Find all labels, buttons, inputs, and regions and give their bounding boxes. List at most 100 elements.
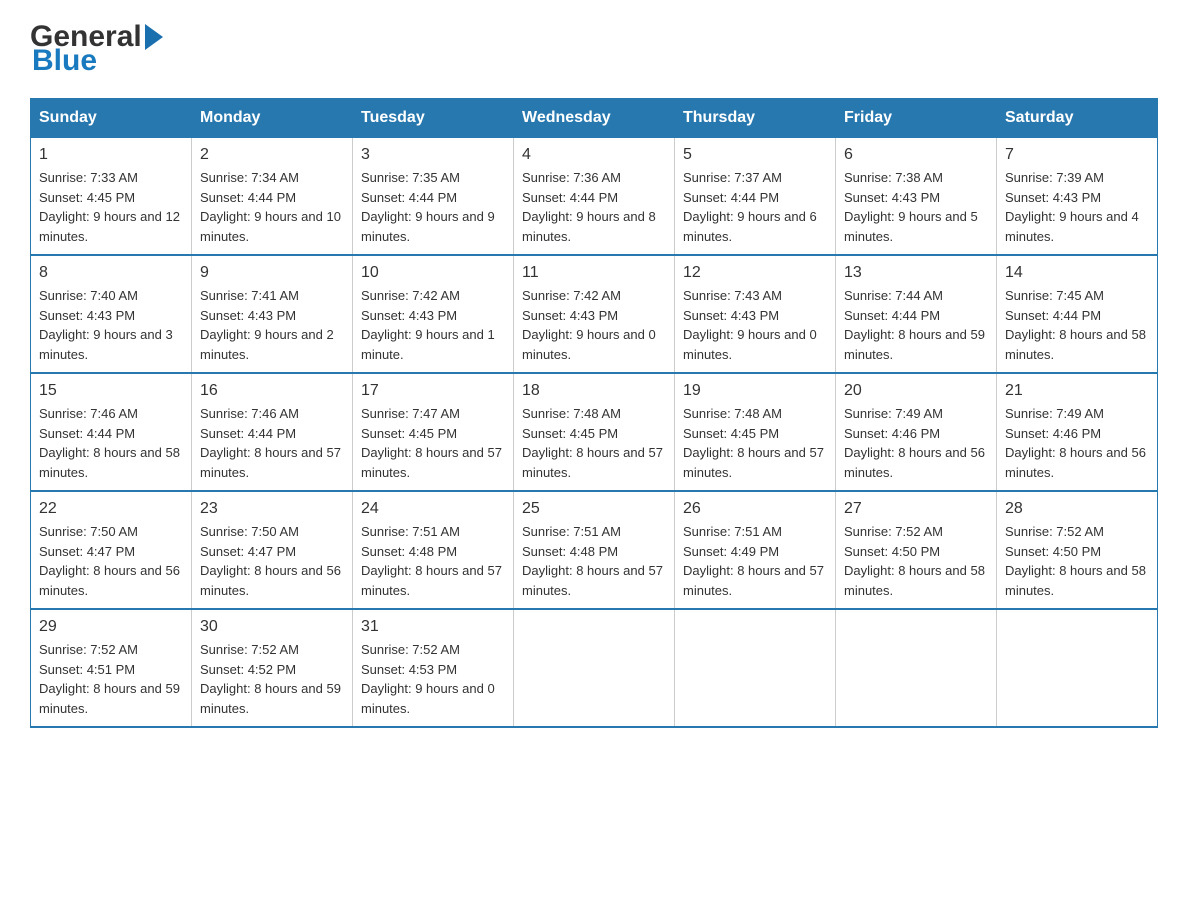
calendar-cell: 23 Sunrise: 7:50 AMSunset: 4:47 PMDaylig… [192, 491, 353, 609]
calendar-cell: 4 Sunrise: 7:36 AMSunset: 4:44 PMDayligh… [514, 138, 675, 256]
day-info: Sunrise: 7:34 AMSunset: 4:44 PMDaylight:… [200, 168, 344, 246]
day-number: 3 [361, 146, 505, 164]
day-number: 14 [1005, 264, 1149, 282]
day-info: Sunrise: 7:52 AMSunset: 4:50 PMDaylight:… [844, 522, 988, 600]
calendar-cell: 26 Sunrise: 7:51 AMSunset: 4:49 PMDaylig… [675, 491, 836, 609]
day-info: Sunrise: 7:51 AMSunset: 4:48 PMDaylight:… [522, 522, 666, 600]
calendar-cell: 9 Sunrise: 7:41 AMSunset: 4:43 PMDayligh… [192, 255, 353, 373]
day-number: 4 [522, 146, 666, 164]
day-info: Sunrise: 7:49 AMSunset: 4:46 PMDaylight:… [1005, 404, 1149, 482]
calendar-cell: 30 Sunrise: 7:52 AMSunset: 4:52 PMDaylig… [192, 609, 353, 727]
column-header-tuesday: Tuesday [353, 99, 514, 138]
calendar-week-row: 29 Sunrise: 7:52 AMSunset: 4:51 PMDaylig… [31, 609, 1158, 727]
day-info: Sunrise: 7:48 AMSunset: 4:45 PMDaylight:… [522, 404, 666, 482]
day-number: 23 [200, 500, 344, 518]
day-info: Sunrise: 7:51 AMSunset: 4:49 PMDaylight:… [683, 522, 827, 600]
calendar-cell: 7 Sunrise: 7:39 AMSunset: 4:43 PMDayligh… [997, 138, 1158, 256]
calendar-cell: 3 Sunrise: 7:35 AMSunset: 4:44 PMDayligh… [353, 138, 514, 256]
day-number: 25 [522, 500, 666, 518]
calendar-cell: 10 Sunrise: 7:42 AMSunset: 4:43 PMDaylig… [353, 255, 514, 373]
day-info: Sunrise: 7:52 AMSunset: 4:50 PMDaylight:… [1005, 522, 1149, 600]
day-number: 13 [844, 264, 988, 282]
calendar-cell: 14 Sunrise: 7:45 AMSunset: 4:44 PMDaylig… [997, 255, 1158, 373]
column-header-sunday: Sunday [31, 99, 192, 138]
calendar-week-row: 1 Sunrise: 7:33 AMSunset: 4:45 PMDayligh… [31, 138, 1158, 256]
day-info: Sunrise: 7:43 AMSunset: 4:43 PMDaylight:… [683, 286, 827, 364]
day-info: Sunrise: 7:44 AMSunset: 4:44 PMDaylight:… [844, 286, 988, 364]
day-number: 31 [361, 618, 505, 636]
calendar-cell: 22 Sunrise: 7:50 AMSunset: 4:47 PMDaylig… [31, 491, 192, 609]
column-header-monday: Monday [192, 99, 353, 138]
calendar-cell [514, 609, 675, 727]
day-number: 28 [1005, 500, 1149, 518]
day-number: 15 [39, 382, 183, 400]
calendar-cell [836, 609, 997, 727]
calendar-cell: 31 Sunrise: 7:52 AMSunset: 4:53 PMDaylig… [353, 609, 514, 727]
day-info: Sunrise: 7:50 AMSunset: 4:47 PMDaylight:… [39, 522, 183, 600]
day-info: Sunrise: 7:36 AMSunset: 4:44 PMDaylight:… [522, 168, 666, 246]
day-number: 2 [200, 146, 344, 164]
logo-blue: Blue [32, 44, 97, 78]
calendar-cell: 21 Sunrise: 7:49 AMSunset: 4:46 PMDaylig… [997, 373, 1158, 491]
day-info: Sunrise: 7:33 AMSunset: 4:45 PMDaylight:… [39, 168, 183, 246]
day-info: Sunrise: 7:48 AMSunset: 4:45 PMDaylight:… [683, 404, 827, 482]
calendar-header-row: SundayMondayTuesdayWednesdayThursdayFrid… [31, 99, 1158, 138]
column-header-wednesday: Wednesday [514, 99, 675, 138]
day-number: 20 [844, 382, 988, 400]
calendar-cell: 25 Sunrise: 7:51 AMSunset: 4:48 PMDaylig… [514, 491, 675, 609]
day-number: 30 [200, 618, 344, 636]
calendar-cell: 24 Sunrise: 7:51 AMSunset: 4:48 PMDaylig… [353, 491, 514, 609]
day-number: 19 [683, 382, 827, 400]
column-header-saturday: Saturday [997, 99, 1158, 138]
calendar-cell: 1 Sunrise: 7:33 AMSunset: 4:45 PMDayligh… [31, 138, 192, 256]
logo-triangle-icon [145, 24, 163, 50]
day-info: Sunrise: 7:46 AMSunset: 4:44 PMDaylight:… [39, 404, 183, 482]
calendar-cell: 20 Sunrise: 7:49 AMSunset: 4:46 PMDaylig… [836, 373, 997, 491]
day-info: Sunrise: 7:45 AMSunset: 4:44 PMDaylight:… [1005, 286, 1149, 364]
day-info: Sunrise: 7:41 AMSunset: 4:43 PMDaylight:… [200, 286, 344, 364]
day-number: 21 [1005, 382, 1149, 400]
calendar-cell: 19 Sunrise: 7:48 AMSunset: 4:45 PMDaylig… [675, 373, 836, 491]
column-header-friday: Friday [836, 99, 997, 138]
day-number: 17 [361, 382, 505, 400]
day-number: 8 [39, 264, 183, 282]
day-number: 10 [361, 264, 505, 282]
calendar-cell: 5 Sunrise: 7:37 AMSunset: 4:44 PMDayligh… [675, 138, 836, 256]
day-number: 16 [200, 382, 344, 400]
calendar-cell: 27 Sunrise: 7:52 AMSunset: 4:50 PMDaylig… [836, 491, 997, 609]
calendar-cell [997, 609, 1158, 727]
day-number: 12 [683, 264, 827, 282]
column-header-thursday: Thursday [675, 99, 836, 138]
calendar-cell [675, 609, 836, 727]
calendar-cell: 2 Sunrise: 7:34 AMSunset: 4:44 PMDayligh… [192, 138, 353, 256]
day-number: 1 [39, 146, 183, 164]
calendar-cell: 28 Sunrise: 7:52 AMSunset: 4:50 PMDaylig… [997, 491, 1158, 609]
day-number: 26 [683, 500, 827, 518]
page-header: General Blue [30, 20, 1158, 78]
day-info: Sunrise: 7:50 AMSunset: 4:47 PMDaylight:… [200, 522, 344, 600]
day-info: Sunrise: 7:39 AMSunset: 4:43 PMDaylight:… [1005, 168, 1149, 246]
calendar-week-row: 22 Sunrise: 7:50 AMSunset: 4:47 PMDaylig… [31, 491, 1158, 609]
day-number: 18 [522, 382, 666, 400]
day-number: 6 [844, 146, 988, 164]
day-info: Sunrise: 7:42 AMSunset: 4:43 PMDaylight:… [361, 286, 505, 364]
day-number: 7 [1005, 146, 1149, 164]
calendar-cell: 11 Sunrise: 7:42 AMSunset: 4:43 PMDaylig… [514, 255, 675, 373]
calendar-cell: 12 Sunrise: 7:43 AMSunset: 4:43 PMDaylig… [675, 255, 836, 373]
calendar-cell: 13 Sunrise: 7:44 AMSunset: 4:44 PMDaylig… [836, 255, 997, 373]
day-info: Sunrise: 7:35 AMSunset: 4:44 PMDaylight:… [361, 168, 505, 246]
day-info: Sunrise: 7:52 AMSunset: 4:51 PMDaylight:… [39, 640, 183, 718]
calendar-week-row: 15 Sunrise: 7:46 AMSunset: 4:44 PMDaylig… [31, 373, 1158, 491]
day-info: Sunrise: 7:52 AMSunset: 4:52 PMDaylight:… [200, 640, 344, 718]
day-number: 22 [39, 500, 183, 518]
calendar-cell: 16 Sunrise: 7:46 AMSunset: 4:44 PMDaylig… [192, 373, 353, 491]
day-number: 11 [522, 264, 666, 282]
day-number: 9 [200, 264, 344, 282]
logo: General Blue [30, 20, 166, 78]
day-number: 5 [683, 146, 827, 164]
calendar-cell: 6 Sunrise: 7:38 AMSunset: 4:43 PMDayligh… [836, 138, 997, 256]
day-info: Sunrise: 7:49 AMSunset: 4:46 PMDaylight:… [844, 404, 988, 482]
day-info: Sunrise: 7:38 AMSunset: 4:43 PMDaylight:… [844, 168, 988, 246]
calendar-table: SundayMondayTuesdayWednesdayThursdayFrid… [30, 98, 1158, 728]
day-info: Sunrise: 7:37 AMSunset: 4:44 PMDaylight:… [683, 168, 827, 246]
